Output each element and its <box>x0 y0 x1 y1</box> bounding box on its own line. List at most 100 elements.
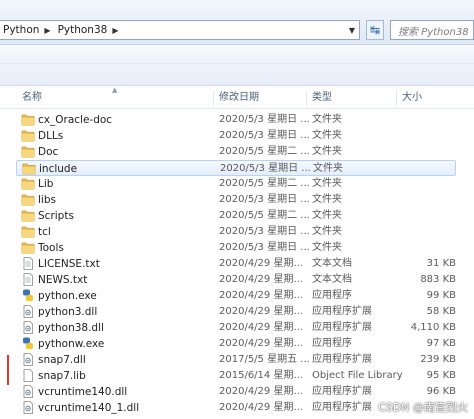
file-name: vcruntime140_1.dll <box>38 402 140 414</box>
folder-icon <box>21 193 35 206</box>
file-type: 应用程序 <box>312 290 352 301</box>
breadcrumb-label: Python38 <box>57 24 108 36</box>
file-type: 应用程序扩展 <box>312 306 372 317</box>
file-row[interactable]: cx_Oracle-doc 2020/5/3 星期日 ... 文件夹 <box>16 112 456 128</box>
file-row[interactable]: Doc 2020/5/5 星期二 ... 文件夹 <box>16 144 456 160</box>
file-date: 2020/5/3 星期日 ... <box>220 163 311 174</box>
folder-icon <box>21 129 35 142</box>
file-date: 2020/4/29 星期... <box>219 386 303 397</box>
file-size: 239 KB <box>420 354 456 365</box>
file-row[interactable]: pythonw.exe 2020/4/29 星期... 应用程序 97 KB <box>16 336 456 352</box>
sort-ascending-icon: ▲ <box>112 86 118 94</box>
file-name: libs <box>38 194 56 206</box>
dll-file-icon <box>21 321 35 334</box>
file-size: 883 KB <box>420 274 456 285</box>
watermark: CSDN @南宫烈火 <box>378 401 468 414</box>
text-file-icon <box>21 257 35 270</box>
dll-file-icon <box>21 305 35 318</box>
dll-file-icon <box>21 401 35 414</box>
dll-file-icon <box>21 385 35 398</box>
file-name: python3.dll <box>38 306 98 318</box>
file-type: 文件夹 <box>312 194 342 205</box>
refresh-button[interactable]: ↹ <box>366 20 384 40</box>
file-row[interactable]: tcl 2020/5/3 星期日 ... 文件夹 <box>16 224 456 240</box>
chevron-down-icon[interactable]: ▼ <box>345 21 359 39</box>
file-name: python38.dll <box>38 322 104 334</box>
file-row[interactable]: snap7.dll 2017/5/5 星期五 ... 应用程序扩展 239 KB <box>16 352 456 368</box>
file-size <box>376 144 456 160</box>
file-row[interactable]: Lib 2020/5/5 星期二 ... 文件夹 <box>16 176 456 192</box>
file-row[interactable]: vcruntime140.dll 2020/4/29 星期... 应用程序扩展 96 … <box>16 384 456 400</box>
file-date: 2020/5/3 星期日 ... <box>219 130 310 141</box>
file-date: 2020/5/3 星期日 ... <box>219 114 310 125</box>
breadcrumb-python38[interactable]: Python38 ▶ <box>54 21 122 39</box>
breadcrumb-python[interactable]: Python ▶ <box>0 21 54 39</box>
file-row[interactable]: libs 2020/5/3 星期日 ... 文件夹 <box>16 192 456 208</box>
file-name: python.exe <box>38 290 97 302</box>
file-date: 2020/5/5 星期二 ... <box>219 178 310 189</box>
file-name: LICENSE.txt <box>38 258 100 270</box>
column-divider[interactable] <box>213 90 214 106</box>
annotation-mark <box>7 355 9 385</box>
column-header-size[interactable]: 大小 <box>402 88 422 108</box>
file-name: include <box>39 163 78 175</box>
file-type: 应用程序扩展 <box>312 402 372 413</box>
file-row[interactable]: python.exe 2020/4/29 星期... 应用程序 99 KB <box>16 288 456 304</box>
file-size <box>376 112 456 128</box>
file-row[interactable]: python3.dll 2020/4/29 星期... 应用程序扩展 58 KB <box>16 304 456 320</box>
python-exe-icon <box>21 289 35 302</box>
file-date: 2020/5/5 星期二 ... <box>219 210 310 221</box>
column-header-name[interactable]: 名称 <box>22 88 42 108</box>
column-header-type[interactable]: 类型 <box>312 88 332 108</box>
file-date: 2020/4/29 星期... <box>219 258 303 269</box>
chevron-right-icon[interactable]: ▶ <box>44 26 50 35</box>
file-name: Doc <box>38 146 59 158</box>
text-file-icon <box>21 273 35 286</box>
file-row[interactable]: LICENSE.txt 2020/4/29 星期... 文本文档 31 KB <box>16 256 456 272</box>
file-type: 文件夹 <box>313 163 343 174</box>
file-row[interactable]: DLLs 2020/5/3 星期日 ... 文件夹 <box>16 128 456 144</box>
folder-icon <box>21 145 35 158</box>
file-type: 应用程序扩展 <box>312 354 372 365</box>
file-size <box>376 240 456 256</box>
chevron-right-icon[interactable]: ▶ <box>112 26 118 35</box>
divider <box>0 63 474 64</box>
file-row[interactable]: include 2020/5/3 星期日 ... 文件夹 <box>16 160 456 176</box>
address-bar[interactable]: Python ▶ Python38 ▶ ▼ <box>0 20 360 40</box>
column-header-date[interactable]: 修改日期 <box>219 88 259 108</box>
file-size <box>377 161 457 177</box>
file-size: 31 KB <box>426 258 456 269</box>
search-input[interactable]: 搜索 Python38 <box>390 20 474 40</box>
navigation-bar: Python ▶ Python38 ▶ ▼ ↹ 搜索 Python38 <box>0 0 474 45</box>
file-date: 2020/4/29 星期... <box>219 402 303 413</box>
folder-icon <box>21 225 35 238</box>
python-exe-icon <box>21 337 35 350</box>
file-row[interactable]: snap7.lib 2015/6/14 星期... Object File Libr… <box>16 368 456 384</box>
file-date: 2020/4/29 星期... <box>219 274 303 285</box>
file-row[interactable]: python38.dll 2020/4/29 星期... 应用程序扩展 4,110 K… <box>16 320 456 336</box>
file-date: 2020/5/5 星期二 ... <box>219 146 310 157</box>
column-header-row: ▲ 名称 修改日期 类型 大小 <box>0 86 474 109</box>
file-size <box>376 176 456 192</box>
file-name: DLLs <box>38 130 64 142</box>
column-divider[interactable] <box>306 90 307 106</box>
file-type: 文件夹 <box>312 210 342 221</box>
file-name: snap7.lib <box>38 370 86 382</box>
file-row[interactable]: NEWS.txt 2020/4/29 星期... 文本文档 883 KB <box>16 272 456 288</box>
breadcrumb-label: Python <box>3 24 40 36</box>
column-divider[interactable] <box>396 90 397 106</box>
file-size: 58 KB <box>426 306 456 317</box>
file-type: 文件夹 <box>312 178 342 189</box>
folder-icon <box>21 177 35 190</box>
file-name: snap7.dll <box>38 354 86 366</box>
file-type: 文件夹 <box>312 114 342 125</box>
file-name: pythonw.exe <box>38 338 105 350</box>
file-type: 文本文档 <box>312 258 352 269</box>
file-date: 2020/4/29 星期... <box>219 322 303 333</box>
file-row[interactable]: Scripts 2020/5/5 星期二 ... 文件夹 <box>16 208 456 224</box>
file-type: 应用程序扩展 <box>312 322 372 333</box>
file-name: Lib <box>38 178 54 190</box>
file-row[interactable]: Tools 2020/5/3 星期日 ... 文件夹 <box>16 240 456 256</box>
file-size <box>376 192 456 208</box>
file-size: 95 KB <box>426 370 456 381</box>
